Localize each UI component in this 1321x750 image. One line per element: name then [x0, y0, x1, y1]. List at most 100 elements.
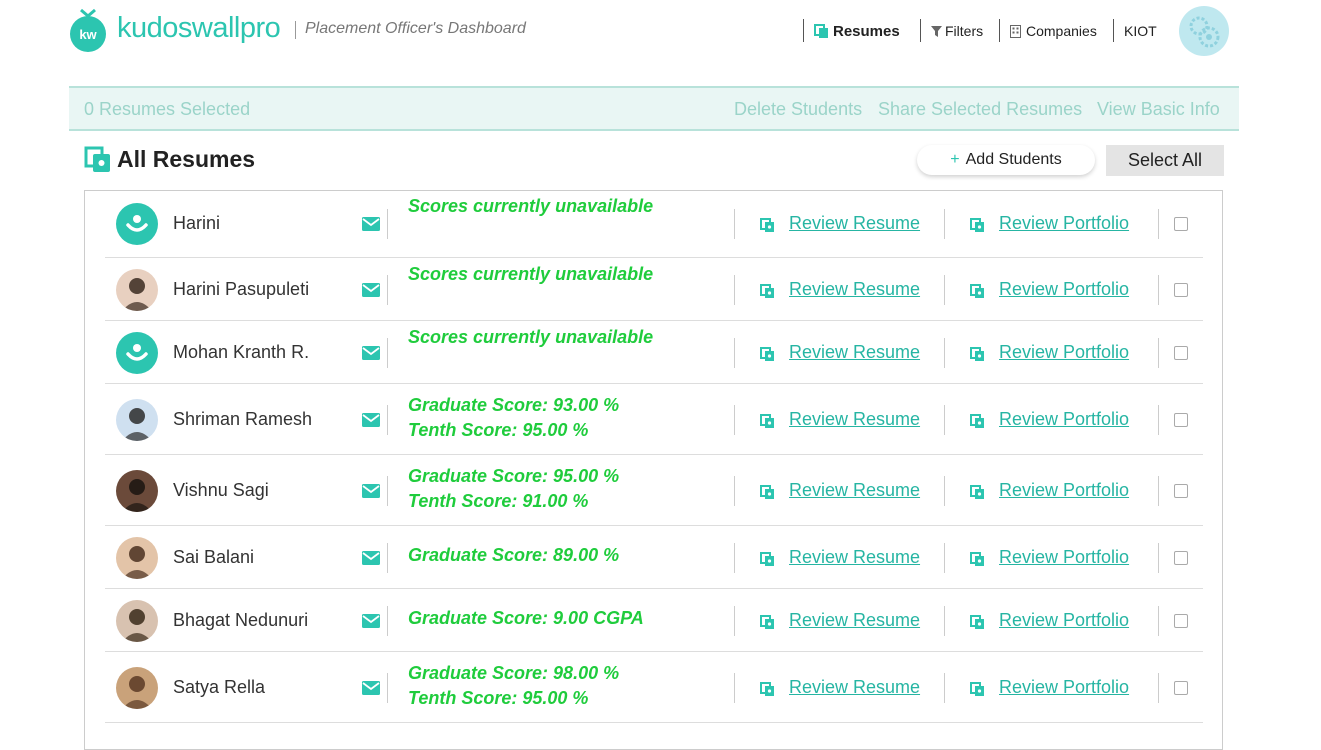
- review-resume-link[interactable]: Review Resume: [789, 480, 920, 501]
- nav-divider: [1113, 19, 1114, 42]
- student-avatar[interactable]: [116, 268, 158, 311]
- review-resume-link[interactable]: Review Resume: [789, 342, 920, 363]
- student-avatar[interactable]: [116, 666, 158, 709]
- resumes-icon: [814, 23, 828, 38]
- user-photo-icon: [122, 545, 152, 579]
- mail-icon[interactable]: [362, 282, 380, 302]
- brand-name[interactable]: kudoswallpro: [117, 12, 281, 45]
- profile-avatar[interactable]: [1179, 6, 1229, 56]
- student-name[interactable]: Bhagat Nedunuri: [173, 610, 308, 631]
- student-avatar[interactable]: [116, 398, 158, 441]
- mail-icon[interactable]: [362, 412, 380, 432]
- mail-icon[interactable]: [362, 217, 380, 236]
- review-resume-link[interactable]: Review Resume: [789, 610, 920, 631]
- review-portfolio-link[interactable]: Review Portfolio: [999, 610, 1129, 631]
- row-select-checkbox[interactable]: [1174, 613, 1188, 628]
- building-icon: [1010, 24, 1021, 38]
- score-line: Graduate Score: 93.00 %: [408, 394, 620, 415]
- column-divider: [734, 672, 735, 703]
- student-scores: Graduate Score: 89.00 %: [408, 543, 619, 568]
- student-avatar[interactable]: [116, 203, 158, 245]
- score-line: Scores currently unavailable: [408, 196, 654, 216]
- student-avatar[interactable]: [116, 599, 158, 642]
- selection-bar: 0 Resumes Selected Delete Students Share…: [69, 86, 1239, 131]
- review-portfolio-link[interactable]: Review Portfolio: [999, 480, 1129, 501]
- row-select-checkbox[interactable]: [1174, 550, 1188, 565]
- table-row: Mohan Kranth R. Scores currently unavaila…: [105, 321, 1203, 384]
- select-all-button[interactable]: Select All: [1106, 145, 1224, 176]
- student-scores: Scores currently unavailable: [408, 325, 653, 350]
- portfolio-doc-icon: [970, 484, 985, 505]
- user-photo-icon: [122, 407, 152, 441]
- column-divider: [944, 475, 945, 506]
- review-resume-link[interactable]: Review Resume: [789, 547, 920, 568]
- student-avatar[interactable]: [116, 536, 158, 579]
- kudoswall-logo-icon[interactable]: kw: [69, 7, 107, 53]
- top-header: kw kudoswallpro Placement Officer's Dash…: [0, 0, 1321, 86]
- row-select-checkbox[interactable]: [1174, 412, 1188, 427]
- mail-icon[interactable]: [362, 550, 380, 570]
- column-divider: [1158, 542, 1159, 573]
- review-portfolio-link[interactable]: Review Portfolio: [999, 409, 1129, 430]
- student-name[interactable]: Sai Balani: [173, 547, 254, 568]
- review-resume-link[interactable]: Review Resume: [789, 279, 920, 300]
- share-selected-resumes-button[interactable]: Share Selected Resumes: [878, 99, 1082, 120]
- selected-count: 0 Resumes Selected: [84, 99, 251, 119]
- review-resume-link[interactable]: Review Resume: [789, 213, 920, 234]
- add-students-button[interactable]: + Add Students: [917, 145, 1095, 175]
- mail-icon[interactable]: [362, 483, 380, 503]
- review-portfolio-link[interactable]: Review Portfolio: [999, 677, 1129, 698]
- column-divider: [734, 542, 735, 573]
- student-scores: Scores currently unavailable: [408, 262, 653, 287]
- student-name[interactable]: Harini: [173, 213, 220, 234]
- row-select-checkbox[interactable]: [1174, 282, 1188, 297]
- nav-filters[interactable]: Filters: [931, 20, 983, 42]
- mail-icon[interactable]: [362, 613, 380, 633]
- row-select-checkbox[interactable]: [1174, 680, 1188, 695]
- column-divider: [1158, 209, 1159, 239]
- student-name[interactable]: Mohan Kranth R.: [173, 342, 309, 363]
- review-portfolio-link[interactable]: Review Portfolio: [999, 213, 1129, 234]
- review-portfolio-link[interactable]: Review Portfolio: [999, 279, 1129, 300]
- row-select-checkbox[interactable]: [1174, 483, 1188, 498]
- view-basic-info-button[interactable]: View Basic Info: [1097, 99, 1220, 120]
- nav-companies[interactable]: Companies: [1010, 20, 1097, 42]
- student-name[interactable]: Harini Pasupuleti: [173, 279, 309, 300]
- resume-doc-icon: [760, 413, 775, 434]
- student-scores: Graduate Score: 98.00 % Tenth Score: 95.0…: [408, 661, 619, 711]
- column-divider: [734, 404, 735, 435]
- svg-text:kw: kw: [79, 27, 97, 42]
- student-name[interactable]: Shriman Ramesh: [173, 409, 312, 430]
- score-line: Scores currently unavailable: [408, 327, 654, 347]
- column-divider: [1158, 475, 1159, 506]
- review-portfolio-link[interactable]: Review Portfolio: [999, 342, 1129, 363]
- student-avatar[interactable]: [116, 331, 158, 374]
- portfolio-doc-icon: [970, 551, 985, 572]
- review-resume-link[interactable]: Review Resume: [789, 409, 920, 430]
- student-name[interactable]: Satya Rella: [173, 677, 265, 698]
- mail-icon[interactable]: [362, 680, 380, 700]
- table-row: Sai Balani Graduate Score: 89.00 % Review …: [105, 526, 1203, 589]
- column-divider: [1158, 605, 1159, 636]
- user-photo-icon: [122, 277, 152, 311]
- nav-resumes[interactable]: Resumes: [814, 20, 900, 42]
- column-divider: [387, 274, 388, 305]
- nav-kiot[interactable]: KIOT: [1124, 20, 1157, 42]
- nav-kiot-label: KIOT: [1124, 23, 1157, 39]
- mail-icon[interactable]: [362, 345, 380, 365]
- row-select-checkbox[interactable]: [1174, 217, 1188, 231]
- student-avatar[interactable]: [116, 469, 158, 512]
- user-photo-icon: [122, 675, 152, 709]
- review-portfolio-link[interactable]: Review Portfolio: [999, 547, 1129, 568]
- nav-divider: [920, 19, 921, 42]
- row-select-checkbox[interactable]: [1174, 345, 1188, 360]
- filter-icon: [931, 25, 942, 37]
- delete-students-button[interactable]: Delete Students: [734, 99, 862, 120]
- resume-doc-icon: [760, 218, 775, 238]
- student-name[interactable]: Vishnu Sagi: [173, 480, 269, 501]
- resume-doc-icon: [760, 681, 775, 702]
- review-resume-link[interactable]: Review Resume: [789, 677, 920, 698]
- column-divider: [387, 209, 388, 239]
- score-line: Scores currently unavailable: [408, 264, 654, 284]
- student-scores: Graduate Score: 95.00 % Tenth Score: 91.0…: [408, 464, 619, 514]
